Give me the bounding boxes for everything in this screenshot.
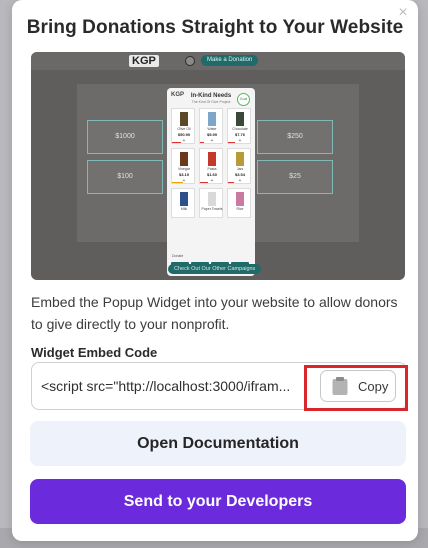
send-to-developers-button[interactable]: Send to your Developers xyxy=(30,479,406,524)
widget-item: Olive Oil $50.90 + xyxy=(171,108,195,144)
embed-description: Embed the Popup Widget into your website… xyxy=(31,294,398,332)
widget-item: Rice xyxy=(227,188,251,218)
preview-widget: KGP In-Kind Needs The Kind Of Give Proje… xyxy=(167,88,255,276)
copy-button[interactable]: Copy xyxy=(320,370,396,402)
preview-logo: KGP xyxy=(129,55,159,67)
widget-item: Paper Towels xyxy=(199,188,223,218)
widget-item: Water $5.99 + xyxy=(199,108,223,144)
widget-item-name: Olive Oil xyxy=(177,127,191,131)
preview-amount-box: $250 xyxy=(257,120,333,154)
widget-item: Pasta $1.60 + xyxy=(199,148,223,184)
widget-item-price: $7.76 xyxy=(234,132,245,137)
widget-item-name: Vinegar xyxy=(177,167,190,171)
copy-button-label: Copy xyxy=(358,379,389,394)
modal-title: Bring Donations Straight to Your Website xyxy=(26,17,404,38)
open-documentation-button[interactable]: Open Documentation xyxy=(30,421,406,466)
widget-item: Milk xyxy=(171,188,195,218)
preview-campaigns-pill: Check Out Our Other Campaigns xyxy=(168,264,262,274)
widget-preview-image: KGP Make a Donation $1000 $250 $100 $25 … xyxy=(31,52,405,280)
widget-item-price: $50.90 xyxy=(177,132,191,137)
preview-amount-box: $25 xyxy=(257,160,333,194)
widget-item-price: $5.99 xyxy=(206,132,217,137)
widget-item-name: Water xyxy=(207,127,217,131)
preview-amount-box: $1000 xyxy=(87,120,163,154)
preview-donate-pill: Make a Donation xyxy=(201,55,259,66)
widget-item: Chocolate $7.76 + xyxy=(227,108,251,144)
widget-item-name: Rice xyxy=(236,207,244,211)
embed-code-label: Widget Embed Code xyxy=(31,345,158,360)
widget-item-price: $1.60 xyxy=(206,172,217,177)
widget-donate-label: Donate xyxy=(172,254,184,258)
preview-menu-icon xyxy=(185,56,195,66)
widget-item-name: Jars xyxy=(236,167,244,171)
widget-item: Vinegar $3.19 + xyxy=(171,148,195,184)
widget-item-price: $3.54 xyxy=(234,172,245,177)
widget-item: Jars $3.54 + xyxy=(227,148,251,184)
widget-goal-badge: Goal xyxy=(237,93,250,106)
widget-item-name: Paper Towels xyxy=(201,207,223,211)
preview-amount-box: $100 xyxy=(87,160,163,194)
embed-code-value[interactable]: <script src="http://localhost:3000/ifram… xyxy=(41,378,311,394)
clipboard-icon xyxy=(332,377,348,395)
widget-item-name: Chocolate xyxy=(232,127,248,131)
widget-item-name: Pasta xyxy=(207,167,217,171)
widget-item-name: Milk xyxy=(180,207,188,211)
widget-item-price: $3.19 xyxy=(178,172,189,177)
